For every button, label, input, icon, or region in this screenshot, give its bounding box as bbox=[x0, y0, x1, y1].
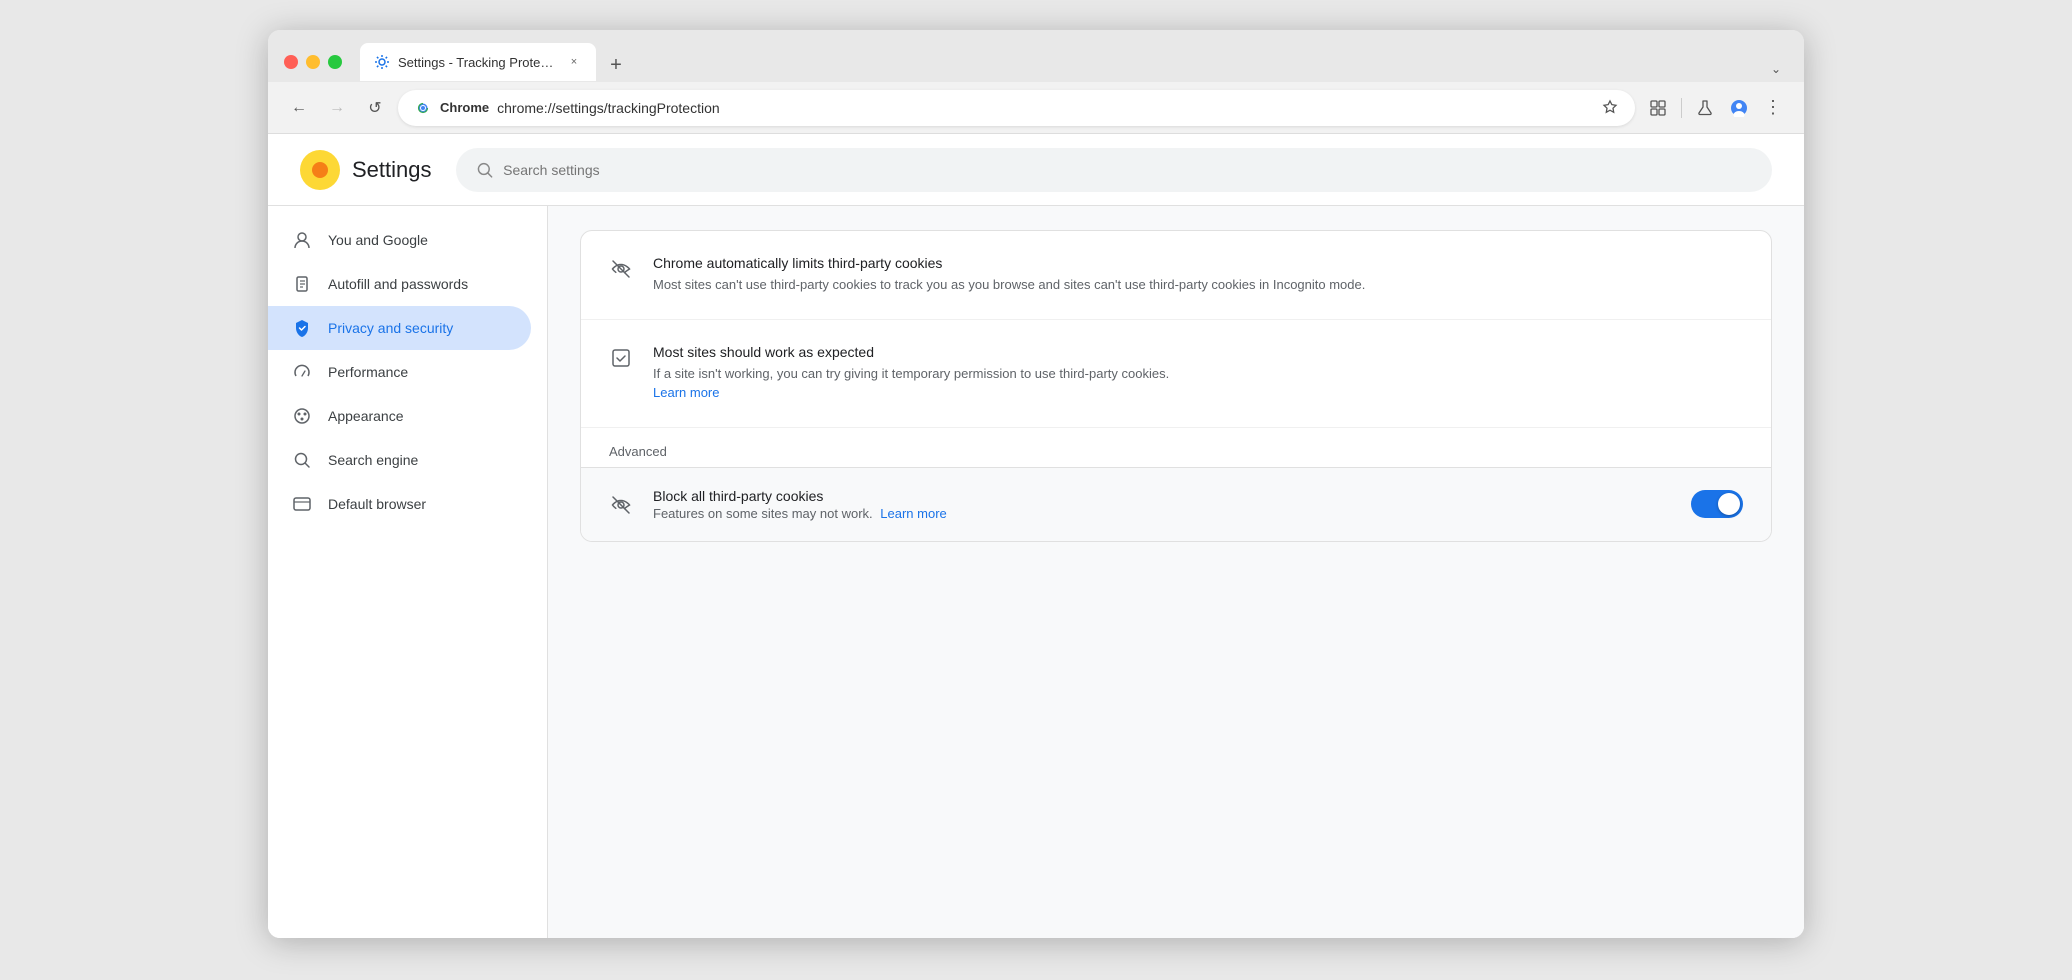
auto-limits-item: Chrome automatically limits third-party … bbox=[581, 231, 1771, 320]
sidebar-label-privacy: Privacy and security bbox=[328, 320, 453, 336]
search-input[interactable] bbox=[503, 162, 1752, 178]
sidebar-item-performance[interactable]: Performance bbox=[268, 350, 531, 394]
block-all-toggle[interactable] bbox=[1691, 490, 1743, 518]
auto-limits-desc: Most sites can't use third-party cookies… bbox=[653, 275, 1743, 295]
tab-settings-icon bbox=[374, 54, 390, 70]
tab-dropdown-button[interactable]: ⌄ bbox=[1764, 57, 1788, 81]
tab-bar: Settings - Tracking Protection × + ⌄ bbox=[360, 43, 1788, 81]
auto-limits-title: Chrome automatically limits third-party … bbox=[653, 255, 1743, 271]
close-button[interactable] bbox=[284, 55, 298, 69]
sidebar-item-search-engine[interactable]: Search engine bbox=[268, 438, 531, 482]
clipboard-icon bbox=[292, 274, 312, 294]
settings-title: Settings bbox=[352, 157, 432, 183]
tracking-protection-card: Chrome automatically limits third-party … bbox=[580, 230, 1772, 542]
browser-icon bbox=[292, 494, 312, 514]
sites-work-desc: If a site isn't working, you can try giv… bbox=[653, 364, 1743, 403]
block-all-text: Block all third-party cookies Features o… bbox=[653, 488, 1671, 521]
address-bar[interactable]: Chrome chrome://settings/trackingProtect… bbox=[398, 90, 1635, 126]
sidebar-label-appearance: Appearance bbox=[328, 408, 404, 424]
gauge-icon bbox=[292, 362, 312, 382]
menu-button[interactable]: ⋮ bbox=[1758, 93, 1788, 123]
labs-button[interactable] bbox=[1690, 93, 1720, 123]
learn-more-link-1[interactable]: Learn more bbox=[653, 385, 719, 400]
back-button[interactable]: ← bbox=[284, 93, 314, 123]
labs-icon bbox=[1696, 99, 1714, 117]
sidebar-item-privacy[interactable]: Privacy and security bbox=[268, 306, 531, 350]
toolbar-divider bbox=[1681, 98, 1682, 118]
settings-page: Settings bbox=[268, 134, 1804, 938]
sidebar-label-you-and-google: You and Google bbox=[328, 232, 428, 248]
address-bar-brand: Chrome bbox=[440, 100, 489, 115]
maximize-button[interactable] bbox=[328, 55, 342, 69]
title-bar: Settings - Tracking Protection × + ⌄ bbox=[268, 30, 1804, 82]
settings-body: You and Google Autofill and passwords bbox=[268, 206, 1804, 938]
address-bar-url: chrome://settings/trackingProtection bbox=[497, 100, 1593, 116]
auto-limits-text: Chrome automatically limits third-party … bbox=[653, 255, 1743, 295]
sites-work-item: Most sites should work as expected If a … bbox=[581, 320, 1771, 428]
shield-icon bbox=[292, 318, 312, 338]
settings-logo-icon bbox=[300, 150, 340, 190]
profile-button[interactable] bbox=[1724, 93, 1754, 123]
block-all-desc: Features on some sites may not work. Lea… bbox=[653, 506, 1671, 521]
settings-logo: Settings bbox=[300, 150, 432, 190]
block-all-item: Block all third-party cookies Features o… bbox=[581, 467, 1771, 541]
toolbar: ← → ↺ Chrome chrome://settings/trackingP… bbox=[268, 82, 1804, 134]
sidebar-item-autofill[interactable]: Autofill and passwords bbox=[268, 262, 531, 306]
sidebar-item-default-browser[interactable]: Default browser bbox=[268, 482, 531, 526]
reload-button[interactable]: ↺ bbox=[360, 93, 390, 123]
checkbox-icon bbox=[609, 346, 633, 370]
settings-header: Settings bbox=[268, 134, 1804, 206]
search-sidebar-icon bbox=[292, 450, 312, 470]
palette-icon bbox=[292, 406, 312, 426]
bookmark-icon[interactable] bbox=[1601, 99, 1619, 117]
new-tab-button[interactable]: + bbox=[600, 49, 632, 81]
person-icon bbox=[292, 230, 312, 250]
active-tab[interactable]: Settings - Tracking Protection × bbox=[360, 43, 596, 81]
sidebar-item-appearance[interactable]: Appearance bbox=[268, 394, 531, 438]
tab-title: Settings - Tracking Protection bbox=[398, 55, 558, 70]
extensions-button[interactable] bbox=[1643, 93, 1673, 123]
block-all-title: Block all third-party cookies bbox=[653, 488, 1671, 504]
search-icon bbox=[476, 161, 494, 179]
eye-off-icon-2 bbox=[609, 493, 633, 517]
sidebar-label-autofill: Autofill and passwords bbox=[328, 276, 468, 292]
sidebar-item-you-and-google[interactable]: You and Google bbox=[268, 218, 531, 262]
minimize-button[interactable] bbox=[306, 55, 320, 69]
sites-work-title: Most sites should work as expected bbox=[653, 344, 1743, 360]
sidebar-label-search: Search engine bbox=[328, 452, 418, 468]
window-controls bbox=[284, 55, 342, 69]
tab-close-btn[interactable]: × bbox=[566, 54, 582, 70]
sidebar-label-default-browser: Default browser bbox=[328, 496, 426, 512]
main-content: Chrome automatically limits third-party … bbox=[548, 206, 1804, 938]
forward-button[interactable]: → bbox=[322, 93, 352, 123]
settings-search-bar[interactable] bbox=[456, 148, 1773, 192]
toolbar-right: ⋮ bbox=[1643, 93, 1788, 123]
extensions-icon bbox=[1649, 99, 1667, 117]
browser-window: Settings - Tracking Protection × + ⌄ ← →… bbox=[268, 30, 1804, 938]
avatar-icon bbox=[1730, 99, 1748, 117]
eye-off-icon-1 bbox=[609, 257, 633, 281]
sidebar-label-performance: Performance bbox=[328, 364, 408, 380]
sidebar: You and Google Autofill and passwords bbox=[268, 206, 548, 938]
chrome-icon bbox=[414, 99, 432, 117]
learn-more-link-2[interactable]: Learn more bbox=[880, 506, 946, 521]
advanced-label: Advanced bbox=[581, 428, 1771, 467]
sites-work-text: Most sites should work as expected If a … bbox=[653, 344, 1743, 403]
